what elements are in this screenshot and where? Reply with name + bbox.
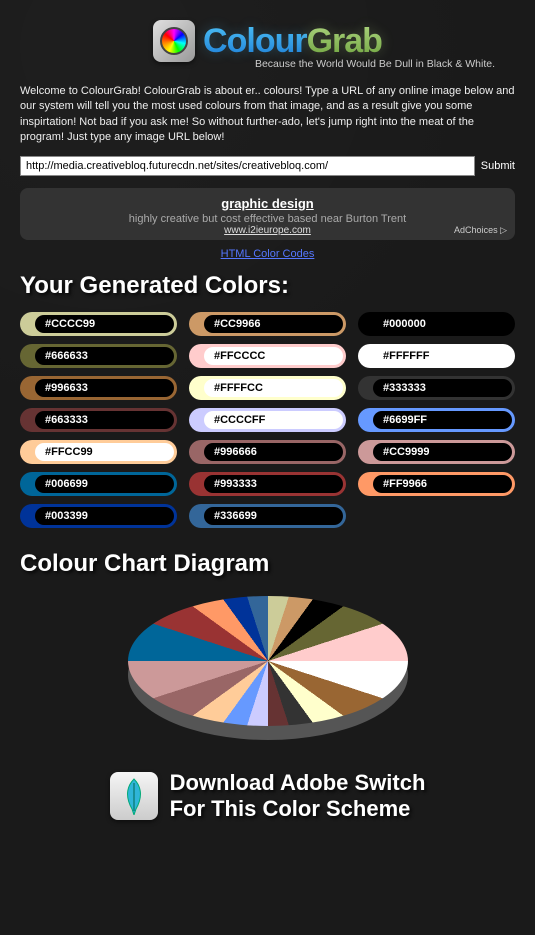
color-pill[interactable]: #FFFFFF bbox=[358, 344, 515, 368]
color-hex-label: #CC9966 bbox=[204, 315, 343, 333]
logo-text: ColourGrab bbox=[203, 22, 382, 61]
color-hex-label: #996633 bbox=[35, 379, 174, 397]
color-hex-label: #CCCCFF bbox=[204, 411, 343, 429]
color-hex-label: #666633 bbox=[35, 347, 174, 365]
color-pill[interactable]: #6699FF bbox=[358, 408, 515, 432]
url-form: Submit bbox=[20, 156, 515, 176]
color-hex-label: #CC9999 bbox=[373, 443, 512, 461]
color-pill[interactable]: #FF9966 bbox=[358, 472, 515, 496]
ad-desc: highly creative but cost effective based… bbox=[32, 213, 503, 225]
ad-box[interactable]: graphic design highly creative but cost … bbox=[20, 188, 515, 240]
download-line1: Download Adobe Switch bbox=[170, 770, 426, 796]
color-hex-label: #006699 bbox=[35, 475, 174, 493]
color-pill[interactable]: #FFCC99 bbox=[20, 440, 177, 464]
color-hex-label: #FF9966 bbox=[373, 475, 512, 493]
color-pill[interactable]: #666633 bbox=[20, 344, 177, 368]
color-hex-label: #336699 bbox=[204, 507, 343, 525]
chart-title: Colour Chart Diagram bbox=[20, 550, 515, 578]
color-pill[interactable]: #336699 bbox=[189, 504, 346, 528]
color-pill[interactable]: #663333 bbox=[20, 408, 177, 432]
url-input[interactable] bbox=[20, 156, 475, 176]
tagline: Because the World Would Be Dull in Black… bbox=[20, 58, 495, 70]
color-pill[interactable]: #003399 bbox=[20, 504, 177, 528]
color-hex-label: #FFCCCC bbox=[204, 347, 343, 365]
logo-icon bbox=[153, 20, 195, 62]
download-row[interactable]: Download Adobe Switch For This Color Sch… bbox=[20, 770, 515, 823]
header: ColourGrab bbox=[20, 0, 515, 62]
pie-chart bbox=[20, 596, 515, 736]
color-hex-label: #003399 bbox=[35, 507, 174, 525]
logo-word-colour: Colour bbox=[203, 22, 307, 60]
ad-url: www.i2ieurope.com bbox=[32, 225, 503, 236]
color-grid: #CCCC99 #CC9966 #000000 #666633 #FFCCCC #FFFF… bbox=[20, 312, 515, 528]
color-pill[interactable]: #CCCC99 bbox=[20, 312, 177, 336]
color-pill[interactable]: #000000 bbox=[358, 312, 515, 336]
color-pill[interactable]: #996666 bbox=[189, 440, 346, 464]
color-hex-label: #6699FF bbox=[373, 411, 512, 429]
logo-word-grab: Grab bbox=[307, 22, 382, 60]
html-codes-link[interactable]: HTML Color Codes bbox=[221, 248, 315, 260]
intro-text: Welcome to ColourGrab! ColourGrab is abo… bbox=[20, 84, 515, 146]
html-codes-link-wrap: HTML Color Codes bbox=[20, 244, 515, 262]
color-hex-label: #663333 bbox=[35, 411, 174, 429]
color-hex-label: #CCCC99 bbox=[35, 315, 174, 333]
color-pill[interactable]: #993333 bbox=[189, 472, 346, 496]
color-hex-label: #996666 bbox=[204, 443, 343, 461]
generated-colors-title: Your Generated Colors: bbox=[20, 272, 515, 300]
download-line2: For This Color Scheme bbox=[170, 796, 426, 822]
color-pill[interactable]: #CCCCFF bbox=[189, 408, 346, 432]
pie-top bbox=[128, 596, 408, 726]
submit-button[interactable]: Submit bbox=[481, 160, 515, 172]
feather-icon bbox=[110, 772, 158, 820]
color-hex-label: #993333 bbox=[204, 475, 343, 493]
adchoices-label[interactable]: AdChoices ▷ bbox=[454, 225, 507, 236]
color-hex-label: #FFFFCC bbox=[204, 379, 343, 397]
ad-title: graphic design bbox=[32, 196, 503, 211]
color-hex-label: #FFCC99 bbox=[35, 443, 174, 461]
color-pill[interactable]: #996633 bbox=[20, 376, 177, 400]
color-pill[interactable]: #CC9966 bbox=[189, 312, 346, 336]
color-hex-label: #FFFFFF bbox=[373, 347, 512, 365]
download-text: Download Adobe Switch For This Color Sch… bbox=[170, 770, 426, 823]
color-pill[interactable]: #006699 bbox=[20, 472, 177, 496]
color-hex-label: #000000 bbox=[373, 315, 512, 333]
color-pill[interactable]: #333333 bbox=[358, 376, 515, 400]
color-wheel-icon bbox=[160, 27, 188, 55]
color-hex-label: #333333 bbox=[373, 379, 512, 397]
color-pill[interactable]: #CC9999 bbox=[358, 440, 515, 464]
color-pill[interactable]: #FFCCCC bbox=[189, 344, 346, 368]
color-pill[interactable]: #FFFFCC bbox=[189, 376, 346, 400]
